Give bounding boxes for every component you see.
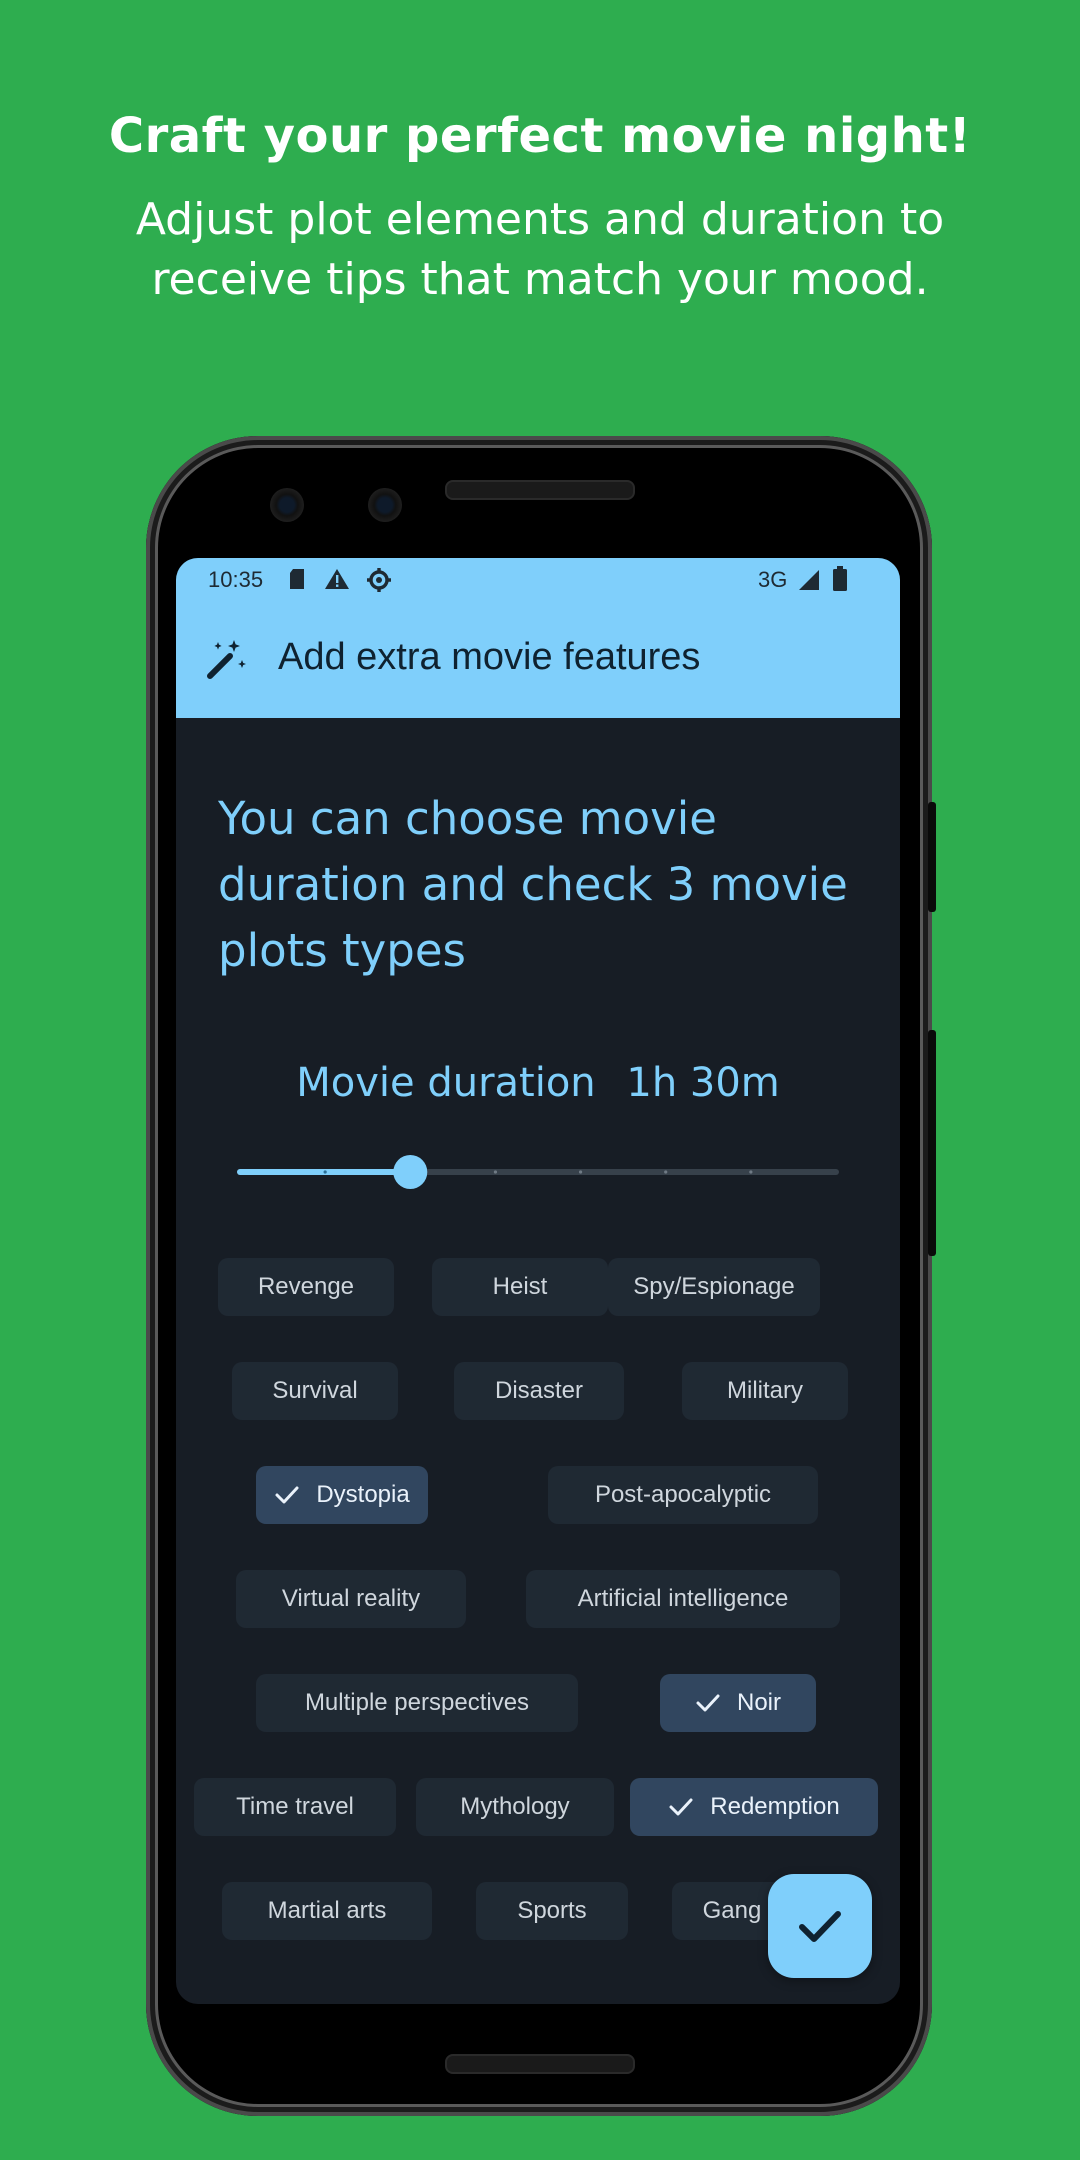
confirm-button[interactable] [768, 1874, 872, 1978]
plot-chip-time-travel[interactable]: Time travel [194, 1778, 396, 1836]
power-button [928, 802, 936, 912]
plot-chip-sports[interactable]: Sports [476, 1882, 628, 1940]
status-bar: 10:35 3G [176, 558, 900, 602]
plot-chip-label: Mythology [460, 1793, 570, 1820]
slider-tick [749, 1170, 753, 1174]
promo-subline-line-1: Adjust plot elements and duration to [135, 194, 945, 245]
status-time: 10:35 [208, 567, 264, 592]
duration-row: Movie duration 1h 30m [176, 1060, 900, 1106]
phone-frame: 10:35 3G Add extra movie features You ca… [146, 436, 936, 2116]
plot-chip-post-apocalyptic[interactable]: Post-apocalyptic [548, 1466, 818, 1524]
plot-chip-label: Martial arts [267, 1897, 387, 1924]
check-icon [799, 1911, 841, 1942]
app-bar-title: Add extra movie features [278, 636, 701, 678]
check-icon [668, 1794, 694, 1820]
plot-chip-multiple-perspectives[interactable]: Multiple perspectives [256, 1674, 578, 1732]
promo-headline: Craft your perfect movie night! [108, 108, 972, 164]
plot-chip-label: Post-apocalyptic [594, 1481, 772, 1508]
duration-label: Movie duration [296, 1060, 596, 1106]
plot-chip-survival[interactable]: Survival [232, 1362, 398, 1420]
app-bar: Add extra movie features [176, 602, 900, 718]
front-sensor [368, 488, 402, 522]
duration-value: 1h 30m [626, 1060, 780, 1106]
intro-text: You can choose movie duration and check … [218, 792, 848, 977]
bottom-speaker [445, 2054, 635, 2074]
plot-chip-label: Dystopia [316, 1481, 410, 1508]
plot-chip-martial-arts[interactable]: Martial arts [222, 1882, 432, 1940]
signal-icon [799, 570, 819, 590]
plot-chip-heist[interactable]: Heist [432, 1258, 608, 1316]
plot-chip-revenge[interactable]: Revenge [218, 1258, 394, 1316]
front-camera [270, 488, 304, 522]
battery-icon [833, 566, 847, 591]
plot-chip-label: Survival [272, 1377, 358, 1404]
duration-slider[interactable] [234, 1154, 842, 1190]
plot-chip-label: Heist [492, 1273, 548, 1300]
plot-chip-dystopia[interactable]: Dystopia [256, 1466, 428, 1524]
plot-chip-label: Gang [702, 1897, 762, 1924]
plot-chip-virtual-reality[interactable]: Virtual reality [236, 1570, 466, 1628]
status-network: 3G [758, 567, 788, 592]
check-icon [274, 1482, 300, 1508]
plot-chip-label: Disaster [494, 1377, 584, 1404]
magic-wand-icon [207, 640, 246, 679]
warning-icon [325, 569, 349, 589]
earpiece-speaker [445, 480, 635, 500]
plot-chip-noir[interactable]: Noir [660, 1674, 816, 1732]
plot-chip-label: Military [727, 1377, 803, 1404]
phone-screen: 10:35 3G Add extra movie features You ca… [176, 558, 900, 2004]
plot-chip-redemption[interactable]: Redemption [630, 1778, 878, 1836]
plot-chip-label: Redemption [710, 1793, 840, 1820]
plot-chip-artificial-intelligence[interactable]: Artificial intelligence [526, 1570, 840, 1628]
plot-chip-military[interactable]: Military [682, 1362, 848, 1420]
volume-button [928, 1030, 936, 1256]
plot-chip-label: Virtual reality [281, 1585, 421, 1612]
plot-chip-label: Artificial intelligence [577, 1585, 789, 1612]
slider-thumb[interactable] [393, 1155, 428, 1189]
slider-track[interactable] [234, 1154, 842, 1190]
plot-chip-label: Revenge [257, 1273, 355, 1300]
plot-chip-label: Multiple perspectives [304, 1689, 530, 1716]
plot-chip-mythology[interactable]: Mythology [416, 1778, 614, 1836]
slider-tick [578, 1170, 583, 1174]
promo-subline: Adjust plot elements and duration to rec… [100, 190, 980, 310]
plot-chip-label: Time travel [236, 1793, 354, 1820]
promo-subline-line-2: receive tips that match your mood. [151, 254, 929, 305]
plot-chip-label: Spy/Espionage [633, 1273, 795, 1300]
slider-tick [664, 1170, 668, 1174]
plot-chip-disaster[interactable]: Disaster [454, 1362, 624, 1420]
check-icon [695, 1690, 721, 1716]
plot-chip-label: Sports [517, 1897, 587, 1924]
plot-chip-label: Noir [736, 1689, 781, 1716]
sd-card-icon [290, 569, 304, 589]
slider-tick [493, 1170, 498, 1174]
plot-chip-spy-espionage[interactable]: Spy/Espionage [608, 1258, 820, 1316]
settings-gear-icon [367, 568, 391, 592]
slider-tick [323, 1170, 327, 1174]
